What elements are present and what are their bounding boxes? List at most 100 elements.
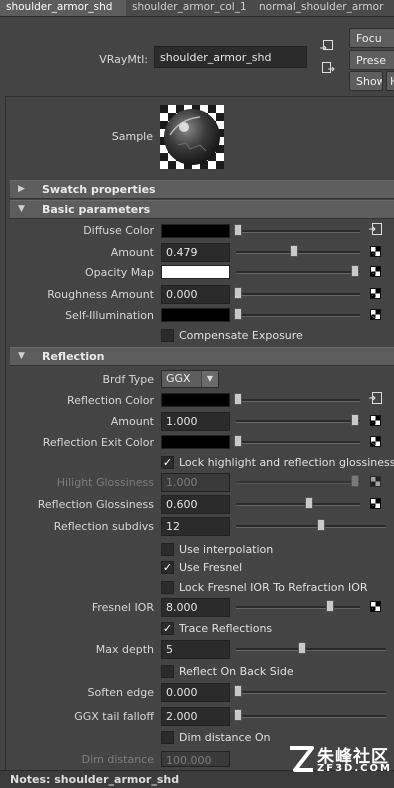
focus-button[interactable]: Focu [349, 28, 394, 48]
texture-map-icon[interactable] [370, 309, 381, 320]
lock-fresnel-ior-label: Lock Fresnel IOR To Refraction IOR [179, 581, 368, 594]
amount-slider-track[interactable] [236, 251, 360, 254]
soften-edge-label: Soften edge [87, 686, 154, 699]
section-reflection[interactable]: ▼ Reflection [10, 347, 394, 366]
exit-color-slider-track[interactable] [236, 441, 360, 444]
texture-map-icon[interactable] [370, 436, 381, 447]
show-button[interactable]: Show [349, 71, 383, 91]
fresnel-ior-slider-handle[interactable] [326, 600, 334, 612]
reflection-amount-slider-track[interactable] [236, 420, 360, 423]
soften-edge-slider-track[interactable] [236, 691, 386, 694]
use-interpolation-checkbox[interactable] [161, 543, 174, 556]
map-connection-icon[interactable] [369, 223, 382, 236]
lock-fresnel-ior-checkbox[interactable] [161, 581, 174, 594]
section-basic-parameters[interactable]: ▼ Basic parameters [10, 200, 394, 219]
self-illumination-slider-track[interactable] [236, 314, 360, 317]
collapse-arrow-icon: ▼ [18, 351, 25, 361]
opacity-map-slider-track[interactable] [236, 271, 360, 274]
dim-distance-on-checkbox[interactable] [161, 731, 174, 744]
diffuse-color-label: Diffuse Color [83, 224, 154, 237]
output-connection-icon[interactable] [322, 62, 335, 75]
reflect-back-side-checkbox[interactable] [161, 665, 174, 678]
tab-shoulder-armor-col-1[interactable]: shoulder_armor_col_1 [126, 0, 259, 16]
tab-shoulder-armor-shd[interactable]: shoulder_armor_shd [0, 0, 132, 16]
reflect-back-side-label: Reflect On Back Side [179, 665, 294, 678]
texture-map-icon[interactable] [370, 601, 381, 612]
reflection-glossiness-slider-track[interactable] [236, 503, 360, 506]
reflection-glossiness-slider-handle[interactable] [305, 497, 313, 509]
self-illumination-label: Self-Illumination [65, 309, 154, 322]
map-connection-icon[interactable] [369, 392, 382, 405]
material-sample-swatch[interactable] [160, 105, 224, 169]
opacity-map-slider-handle[interactable] [351, 265, 359, 277]
trace-reflections-label: Trace Reflections [179, 622, 273, 635]
hide-button[interactable]: H [386, 71, 394, 91]
reflection-color-swatch[interactable] [161, 393, 230, 407]
material-name-field[interactable]: shoulder_armor_shd [154, 46, 307, 68]
ggx-tail-falloff-slider-handle[interactable] [234, 709, 242, 721]
amount-slider-handle[interactable] [290, 245, 298, 257]
opacity-map-swatch[interactable] [161, 265, 230, 279]
reflection-subdivs-slider-handle[interactable] [317, 519, 325, 531]
material-type-label: VRayMtl: [99, 53, 148, 66]
diffuse-color-slider-handle[interactable] [234, 224, 242, 236]
section-title: Reflection [42, 350, 105, 363]
roughness-slider-handle[interactable] [234, 287, 242, 299]
fresnel-ior-slider-track[interactable] [236, 606, 360, 609]
diffuse-color-swatch[interactable] [161, 224, 230, 238]
reflection-color-label: Reflection Color [67, 394, 154, 407]
soften-edge-field[interactable]: 0.000 [161, 683, 230, 702]
reflection-color-slider-handle[interactable] [234, 393, 242, 405]
texture-map-icon[interactable] [370, 266, 381, 277]
exit-color-slider-handle[interactable] [234, 435, 242, 447]
self-illumination-swatch[interactable] [161, 308, 230, 322]
soften-edge-slider-handle[interactable] [234, 685, 242, 697]
reflection-glossiness-label: Reflection Glossiness [37, 498, 154, 511]
lock-highlight-checkbox[interactable]: ✓ [161, 456, 174, 469]
compensate-exposure-checkbox[interactable] [161, 329, 174, 342]
tab-normal-shoulder-armor[interactable]: normal_shoulder_armor [253, 0, 394, 16]
reflection-exit-color-swatch[interactable] [161, 435, 230, 449]
sample-label: Sample [111, 130, 153, 143]
section-swatch-properties[interactable]: ▶ Swatch properties [10, 180, 394, 199]
hilight-glossiness-slider-handle [351, 475, 359, 487]
input-connection-icon[interactable] [320, 40, 333, 53]
reflection-amount-field[interactable]: 1.000 [161, 412, 230, 431]
use-fresnel-checkbox[interactable]: ✓ [161, 561, 174, 574]
fresnel-ior-field[interactable]: 8.000 [161, 598, 230, 617]
texture-map-icon [370, 476, 381, 487]
texture-map-icon[interactable] [370, 288, 381, 299]
brdf-type-value: GGX [166, 372, 191, 385]
max-depth-field[interactable]: 5 [161, 640, 230, 659]
reflection-color-slider-track[interactable] [236, 399, 360, 402]
max-depth-slider-handle[interactable] [298, 642, 306, 654]
brdf-type-select[interactable]: GGX ▼ [161, 370, 219, 388]
max-depth-slider-track[interactable] [236, 648, 386, 651]
texture-map-icon[interactable] [370, 498, 381, 509]
trace-reflections-checkbox[interactable]: ✓ [161, 622, 174, 635]
amount-field[interactable]: 0.479 [161, 243, 230, 262]
texture-map-icon[interactable] [370, 246, 381, 257]
diffuse-color-slider-track[interactable] [236, 230, 360, 233]
reflection-subdivs-label: Reflection subdivs [53, 520, 154, 533]
texture-map-icon[interactable] [370, 415, 381, 426]
roughness-amount-field[interactable]: 0.000 [161, 285, 230, 304]
reflection-exit-color-label: Reflection Exit Color [42, 436, 154, 449]
reflection-subdivs-slider-track[interactable] [236, 525, 386, 528]
section-title: Basic parameters [42, 203, 151, 216]
roughness-slider-track[interactable] [236, 293, 360, 296]
ggx-tail-falloff-slider-track[interactable] [236, 715, 386, 718]
expand-arrow-icon: ▶ [18, 184, 25, 194]
ggx-tail-falloff-field[interactable]: 2.000 [161, 707, 230, 726]
reflection-amount-slider-handle[interactable] [351, 414, 359, 426]
notes-label: Notes: shoulder_armor_shd [10, 773, 180, 786]
ggx-tail-falloff-label: GGX tail falloff [74, 710, 154, 723]
reflection-subdivs-field[interactable]: 12 [161, 517, 230, 536]
opacity-map-label: Opacity Map [84, 266, 154, 279]
reflection-glossiness-field[interactable]: 0.600 [161, 495, 230, 514]
self-illumination-slider-handle[interactable] [234, 308, 242, 320]
presets-button[interactable]: Prese [349, 50, 394, 70]
section-title: Swatch properties [42, 183, 156, 196]
dim-distance-label: Dim distance [81, 753, 154, 766]
brdf-type-label: Brdf Type [102, 373, 155, 386]
